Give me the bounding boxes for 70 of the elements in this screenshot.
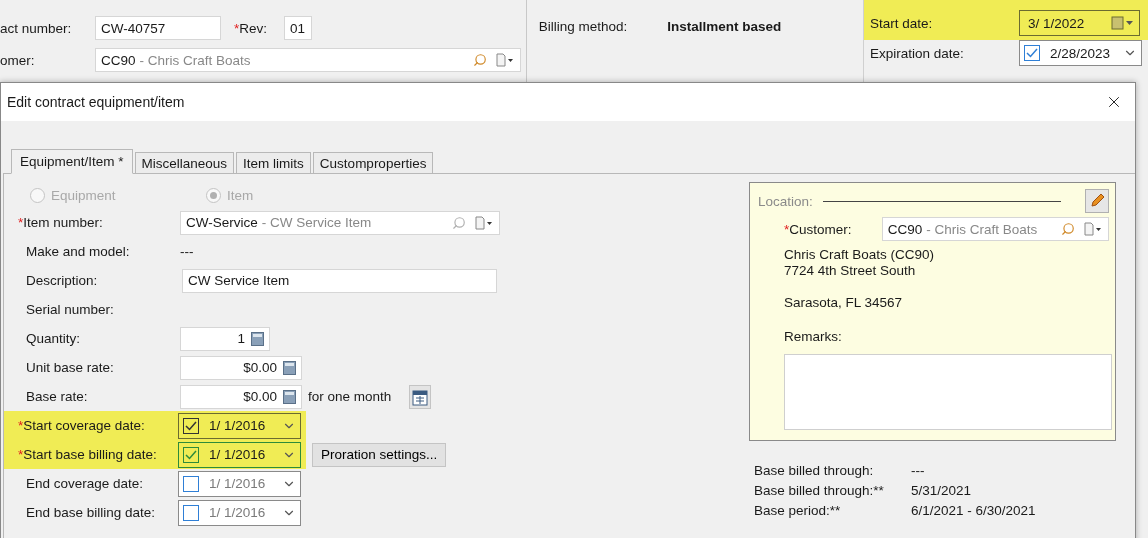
- field-label: Quantity:: [25, 331, 82, 346]
- summary-value: 5/31/2021: [911, 483, 972, 498]
- field-label: omer:: [0, 52, 36, 68]
- document-dropdown-icon[interactable]: [495, 53, 515, 67]
- number-field[interactable]: 1: [180, 326, 270, 351]
- billing-method-value: Installment based: [667, 19, 782, 34]
- date-field[interactable]: 1/ 1/2016: [178, 499, 301, 526]
- field-label: *Start base billing date:: [18, 447, 158, 462]
- field-label: *Start coverage date:: [18, 418, 146, 433]
- remarks-label: Remarks:: [784, 329, 843, 344]
- dialog-title: Edit contract equipment/item: [7, 94, 185, 110]
- field-label: act number:: [0, 20, 73, 36]
- customer-field[interactable]: CC90 - Chris Craft Boats: [95, 48, 521, 72]
- location-legend: Location:: [758, 193, 813, 209]
- date-field[interactable]: 1/ 1/2016: [178, 441, 301, 468]
- remarks-field[interactable]: [784, 354, 1112, 430]
- pencil-icon: [1089, 193, 1105, 209]
- edit-button[interactable]: [1085, 189, 1109, 213]
- contract-number-field[interactable]: CW-40757: [95, 16, 221, 40]
- calculator-icon[interactable]: [283, 360, 296, 375]
- start-date-field[interactable]: 3/ 1/2022: [1019, 10, 1140, 36]
- calendar-button[interactable]: [409, 384, 432, 409]
- proration-settings-button[interactable]: Proration settings...: [312, 442, 447, 467]
- address-line: Sarasota, FL 34567: [784, 295, 903, 311]
- tab[interactable]: Miscellaneous: [134, 152, 235, 174]
- summary-label: Base billed through:: [754, 463, 875, 478]
- field-label: Expiration date:: [870, 45, 965, 61]
- expiration-date-field[interactable]: 2/28/2023: [1019, 40, 1142, 66]
- calculator-icon[interactable]: [251, 331, 264, 346]
- field-label: *Rev:: [234, 20, 269, 36]
- field-label: End coverage date:: [25, 476, 145, 491]
- address-line: 7724 4th Street South: [784, 263, 916, 279]
- rev-field[interactable]: 01: [284, 16, 312, 40]
- checkbox[interactable]: [183, 417, 199, 434]
- date-field[interactable]: 1/ 1/2016: [178, 412, 301, 439]
- checkbox[interactable]: [183, 475, 199, 492]
- document-dropdown-icon[interactable]: [474, 215, 494, 230]
- number-field[interactable]: $0.00: [180, 384, 302, 409]
- tab[interactable]: Customproperties: [312, 152, 434, 174]
- tab[interactable]: Equipment/Item *: [11, 149, 133, 174]
- field-label: Unit base rate:: [25, 360, 115, 375]
- summary-label: Base period:**: [754, 503, 842, 518]
- summary-label: Base billed through:**: [754, 483, 885, 498]
- calendar-icon: [412, 387, 429, 406]
- description-field[interactable]: CW Service Item: [182, 268, 497, 293]
- checkbox[interactable]: [183, 446, 199, 463]
- checkbox[interactable]: [183, 504, 199, 521]
- field-label: *Customer:: [784, 221, 853, 237]
- field-label: Base rate:: [25, 389, 89, 404]
- document-dropdown-icon[interactable]: [1083, 222, 1103, 236]
- field-label: Description:: [25, 273, 99, 288]
- field-label: Start date:: [870, 15, 934, 31]
- calculator-icon[interactable]: [283, 389, 296, 404]
- field-label: *Item number:: [18, 215, 104, 230]
- number-field[interactable]: $0.00: [180, 355, 302, 380]
- summary-value: ---: [911, 463, 925, 478]
- customer-field[interactable]: CC90 - Chris Craft Boats: [881, 217, 1109, 241]
- field-label: Billing method:: [538, 19, 628, 34]
- field-label: Serial number:: [25, 302, 115, 317]
- field-value: ---: [180, 244, 194, 259]
- field-label: Make and model:: [25, 244, 131, 259]
- summary-value: 6/1/2021 - 6/30/2021: [911, 503, 1036, 518]
- calendar-dropdown-icon[interactable]: [1111, 16, 1135, 30]
- field-label: End base billing date:: [25, 505, 157, 520]
- rate-period-text: for one month: [308, 389, 392, 404]
- tab[interactable]: Item limits: [236, 152, 311, 174]
- date-field[interactable]: 1/ 1/2016: [178, 470, 301, 497]
- checkbox[interactable]: [1024, 45, 1040, 61]
- item-number-field[interactable]: CW-Service - CW Service Item: [180, 210, 500, 235]
- address-line: Chris Craft Boats (CC90): [784, 247, 935, 263]
